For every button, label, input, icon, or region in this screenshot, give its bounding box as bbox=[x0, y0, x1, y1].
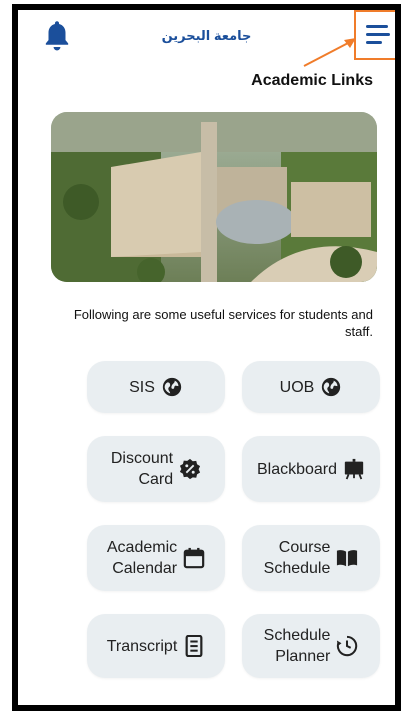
blackboard-button[interactable]: Blackboard bbox=[242, 436, 380, 502]
clock-icon bbox=[336, 635, 358, 657]
top-bar: جامعة البحرين bbox=[18, 10, 395, 70]
sis-button[interactable]: SIS bbox=[87, 361, 225, 413]
menu-button[interactable] bbox=[354, 10, 395, 60]
link-label: Course Schedule bbox=[263, 539, 331, 577]
globe-icon bbox=[161, 376, 183, 398]
link-label: UOB bbox=[279, 378, 315, 396]
academic-calendar-button[interactable]: Academic Calendar bbox=[87, 525, 225, 591]
link-label: Transcript bbox=[106, 637, 178, 655]
hamburger-menu-icon bbox=[366, 25, 390, 44]
document-icon bbox=[183, 635, 205, 657]
globe-icon bbox=[320, 376, 342, 398]
transcript-button[interactable]: Transcript bbox=[87, 614, 225, 678]
link-label: Discount Card bbox=[110, 450, 174, 488]
section-title: Academic Links bbox=[251, 72, 373, 89]
course-schedule-button[interactable]: Course Schedule bbox=[242, 525, 380, 591]
link-label: SIS bbox=[129, 378, 155, 396]
link-label: Schedule Planner bbox=[263, 627, 331, 665]
link-label: Blackboard bbox=[256, 460, 338, 478]
book-icon bbox=[336, 547, 358, 569]
discount-card-button[interactable]: Discount Card bbox=[87, 436, 225, 502]
section-description: Following are some useful services for s… bbox=[73, 307, 373, 339]
discount-badge-icon bbox=[179, 458, 201, 480]
chalkboard-icon bbox=[343, 458, 365, 480]
calendar-icon bbox=[183, 547, 205, 569]
app-screen: جامعة البحرين Academic Links Following a… bbox=[12, 4, 401, 711]
schedule-planner-button[interactable]: Schedule Planner bbox=[242, 614, 380, 678]
campus-banner-image bbox=[51, 112, 377, 282]
link-label: Academic Calendar bbox=[106, 539, 178, 577]
uob-button[interactable]: UOB bbox=[242, 361, 380, 413]
